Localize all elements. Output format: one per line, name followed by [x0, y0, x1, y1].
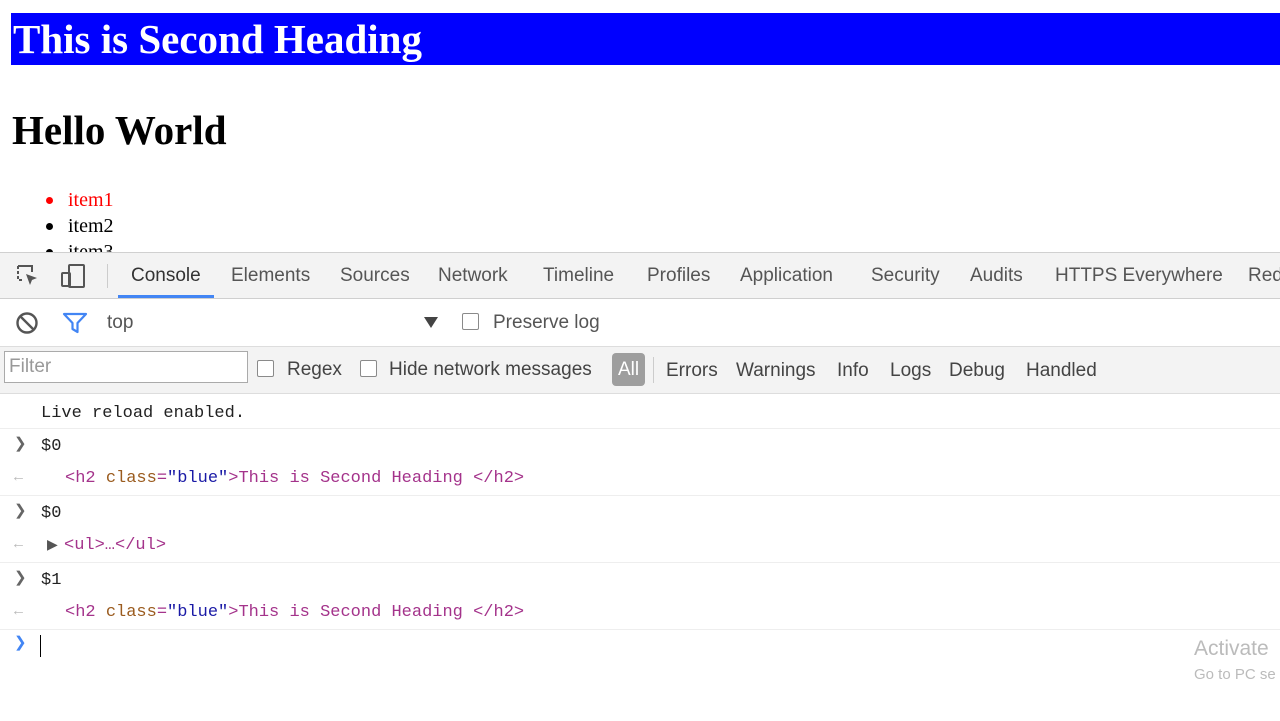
- chevron-down-icon[interactable]: [424, 315, 438, 329]
- tab-audits[interactable]: Audits: [970, 253, 1023, 298]
- level-info[interactable]: Info: [837, 360, 869, 382]
- tab-overflow[interactable]: Red: [1248, 253, 1280, 298]
- text-caret: [40, 635, 41, 657]
- tab-https-everywhere[interactable]: HTTPS Everywhere: [1055, 253, 1223, 298]
- device-toolbar-icon[interactable]: [60, 263, 86, 289]
- tab-console[interactable]: Console: [118, 253, 214, 298]
- main-heading: Hello World: [12, 107, 227, 153]
- page-viewport: This is Second Heading Hello World item1…: [0, 0, 1280, 252]
- input-text: $0: [41, 504, 62, 523]
- list-item: item1: [46, 187, 114, 213]
- tab-sources[interactable]: Sources: [340, 253, 410, 298]
- devtools-panel: Console Elements Sources Network Timelin…: [0, 252, 1280, 721]
- result-element[interactable]: <h2 class="blue">This is Second Heading …: [65, 603, 524, 623]
- filter-icon[interactable]: [62, 311, 88, 337]
- console-input-row: ❯ $1: [0, 563, 1280, 594]
- windows-activation-subtext: Go to PC se: [1194, 666, 1276, 683]
- console-input-row: ❯ $0: [0, 496, 1280, 527]
- result-element[interactable]: <ul>…</ul>: [64, 536, 166, 556]
- tab-network[interactable]: Network: [438, 253, 508, 298]
- blue-heading: This is Second Heading: [11, 13, 1280, 65]
- preserve-log-label: Preserve log: [493, 312, 600, 333]
- console-prompt[interactable]: ❯: [0, 630, 1280, 670]
- level-debug[interactable]: Debug: [949, 360, 1005, 382]
- toolbar-divider: [107, 264, 108, 288]
- tab-profiles[interactable]: Profiles: [647, 253, 710, 298]
- result-arrow-icon: ←: [14, 469, 24, 486]
- hide-network-checkbox[interactable]: [360, 360, 377, 377]
- console-filter-bar: Regex Hide network messages All Errors W…: [0, 347, 1280, 394]
- list-item: item2: [46, 213, 114, 239]
- level-logs[interactable]: Logs: [890, 360, 931, 382]
- tab-timeline[interactable]: Timeline: [543, 253, 614, 298]
- regex-label: Regex: [287, 359, 342, 380]
- list-item: item3: [46, 239, 114, 252]
- console-output[interactable]: Live reload enabled. ❯ $0 ← <h2 class="b…: [0, 394, 1280, 721]
- console-result-row: ← ▶ <ul>…</ul>: [0, 528, 1280, 563]
- result-element[interactable]: <h2 class="blue">This is Second Heading …: [65, 469, 524, 489]
- filter-input[interactable]: [4, 351, 248, 383]
- chevron-right-icon: ❯: [14, 436, 27, 453]
- console-result-row: ← <h2 class="blue">This is Second Headin…: [0, 461, 1280, 496]
- console-input-row: ❯ $0: [0, 429, 1280, 460]
- context-selector[interactable]: top: [107, 312, 133, 334]
- tab-security[interactable]: Security: [871, 253, 940, 298]
- expand-triangle-icon[interactable]: ▶: [47, 536, 58, 556]
- result-arrow-icon: ←: [14, 603, 24, 620]
- item-list: item1 item2 item3: [46, 187, 114, 252]
- clear-console-icon[interactable]: [15, 311, 41, 337]
- level-all-button[interactable]: All: [612, 353, 645, 386]
- level-errors[interactable]: Errors: [666, 360, 718, 382]
- level-divider: [653, 357, 654, 383]
- result-arrow-icon: ←: [14, 536, 24, 553]
- devtools-tabbar: Console Elements Sources Network Timelin…: [0, 253, 1280, 299]
- input-text: $1: [41, 571, 62, 590]
- console-message: Live reload enabled.: [0, 394, 1280, 429]
- console-context-bar: top Preserve log: [0, 299, 1280, 347]
- windows-activation-watermark: Activate: [1194, 637, 1269, 660]
- log-text: Live reload enabled.: [41, 404, 246, 423]
- tab-application[interactable]: Application: [740, 253, 833, 298]
- regex-checkbox[interactable]: [257, 360, 274, 377]
- hide-network-label: Hide network messages: [389, 359, 592, 380]
- inspect-element-icon[interactable]: [15, 263, 41, 289]
- chevron-right-icon: ❯: [14, 503, 27, 520]
- preserve-log-checkbox[interactable]: [462, 313, 479, 330]
- tab-elements[interactable]: Elements: [231, 253, 310, 298]
- console-result-row: ← <h2 class="blue">This is Second Headin…: [0, 595, 1280, 630]
- prompt-chevron-icon: ❯: [14, 635, 27, 652]
- level-warnings[interactable]: Warnings: [736, 360, 816, 382]
- chevron-right-icon: ❯: [14, 570, 27, 587]
- level-handled[interactable]: Handled: [1026, 360, 1097, 382]
- input-text: $0: [41, 437, 62, 456]
